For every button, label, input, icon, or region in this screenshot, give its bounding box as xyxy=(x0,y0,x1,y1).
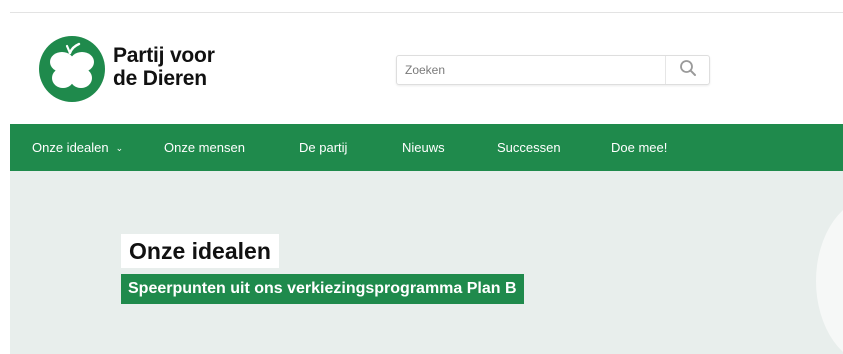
search-box xyxy=(396,55,710,85)
main-nav: Onze idealen ⌄ Onze mensen De partij Nieu… xyxy=(10,124,843,171)
nav-item-nieuws[interactable]: Nieuws xyxy=(402,124,445,171)
nav-item-onze-mensen[interactable]: Onze mensen xyxy=(164,124,245,171)
page-subtitle: Speerpunten uit ons verkiezingsprogramma… xyxy=(121,274,524,304)
page-title: Onze idealen xyxy=(121,234,279,268)
search-icon xyxy=(679,59,697,82)
chevron-down-icon: ⌄ xyxy=(115,143,124,153)
site-header: Partij voor de Dieren xyxy=(10,13,843,124)
nav-item-label: Doe mee! xyxy=(611,140,668,155)
hero-banner: Onze idealen Speerpunten uit ons verkiez… xyxy=(10,171,843,354)
brand-wordmark[interactable]: Partij voor de Dieren xyxy=(113,44,215,90)
nav-item-doe-mee[interactable]: Doe mee! xyxy=(611,124,667,171)
search-input[interactable] xyxy=(397,56,667,84)
nav-item-label: Nieuws xyxy=(402,140,445,155)
brand-name-line2: de Dieren xyxy=(113,67,207,90)
nav-item-de-partij[interactable]: De partij xyxy=(299,124,347,171)
clover-leaf-logo-icon[interactable] xyxy=(39,36,105,102)
nav-item-successen[interactable]: Successen xyxy=(497,124,561,171)
search-button[interactable] xyxy=(665,56,709,84)
hero-decorative-curve xyxy=(816,196,843,354)
brand-name-line1: Partij voor xyxy=(113,44,215,67)
nav-item-label: De partij xyxy=(299,140,348,155)
nav-item-onze-idealen[interactable]: Onze idealen ⌄ xyxy=(32,124,123,171)
nav-item-label: Successen xyxy=(497,140,561,155)
nav-item-label: Onze idealen xyxy=(32,140,109,155)
page: Partij voor de Dieren Onze idealen ⌄ Onze… xyxy=(0,0,843,354)
nav-item-label: Onze mensen xyxy=(164,140,245,155)
